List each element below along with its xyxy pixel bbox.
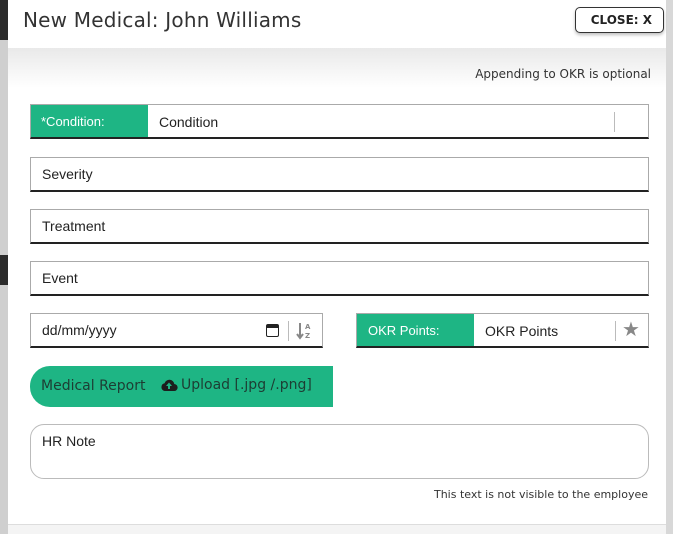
event-placeholder: Event (42, 270, 78, 286)
hr-note-placeholder: HR Note (42, 433, 96, 449)
okr-optional-note: Appending to OKR is optional (475, 67, 651, 81)
modal-title: New Medical: John Williams (23, 8, 302, 32)
sort-az-icon[interactable]: A Z (296, 321, 314, 341)
okr-points-placeholder: OKR Points (485, 323, 559, 339)
background-page-edge (0, 0, 8, 534)
okr-points-label: OKR Points: (357, 314, 474, 346)
cloud-upload-icon[interactable] (160, 378, 178, 392)
background-dark-strip (0, 0, 8, 40)
modal-footer (8, 525, 666, 534)
severity-input[interactable]: Severity (30, 157, 649, 192)
severity-placeholder: Severity (42, 166, 93, 182)
svg-text:A: A (305, 323, 311, 331)
condition-label: *Condition: (31, 105, 148, 137)
date-placeholder: dd/mm/yyyy (42, 322, 117, 338)
condition-select[interactable]: *Condition: Condition (30, 104, 649, 139)
modal-body: Appending to OKR is optional *Condition:… (8, 48, 666, 524)
upload-button[interactable]: Upload [.jpg /.png] (181, 377, 312, 393)
medical-report-label: Medical Report (41, 378, 146, 394)
treatment-placeholder: Treatment (42, 218, 106, 234)
medical-report-upload: Medical Report Upload [.jpg /.png] (30, 366, 333, 407)
condition-value: Condition (159, 114, 219, 130)
input-divider (615, 321, 616, 341)
background-dark-strip (0, 255, 8, 285)
calendar-icon[interactable] (266, 324, 279, 337)
modal-header: New Medical: John Williams CLOSE: X (8, 0, 666, 44)
date-input[interactable]: dd/mm/yyyy A Z (30, 313, 323, 348)
star-icon[interactable]: ★ (622, 317, 640, 342)
hr-note-textarea[interactable]: HR Note (30, 424, 649, 479)
hr-note-hint: This text is not visible to the employee (433, 488, 648, 501)
new-medical-modal: New Medical: John Williams CLOSE: X Appe… (8, 0, 666, 534)
input-divider (288, 321, 289, 341)
background-page-edge (666, 0, 673, 534)
select-divider (614, 112, 615, 132)
event-input[interactable]: Event (30, 261, 649, 296)
treatment-input[interactable]: Treatment (30, 209, 649, 244)
svg-text:Z: Z (305, 332, 310, 340)
close-button[interactable]: CLOSE: X (575, 7, 664, 33)
okr-points-input[interactable]: OKR Points: OKR Points ★ (356, 313, 649, 348)
